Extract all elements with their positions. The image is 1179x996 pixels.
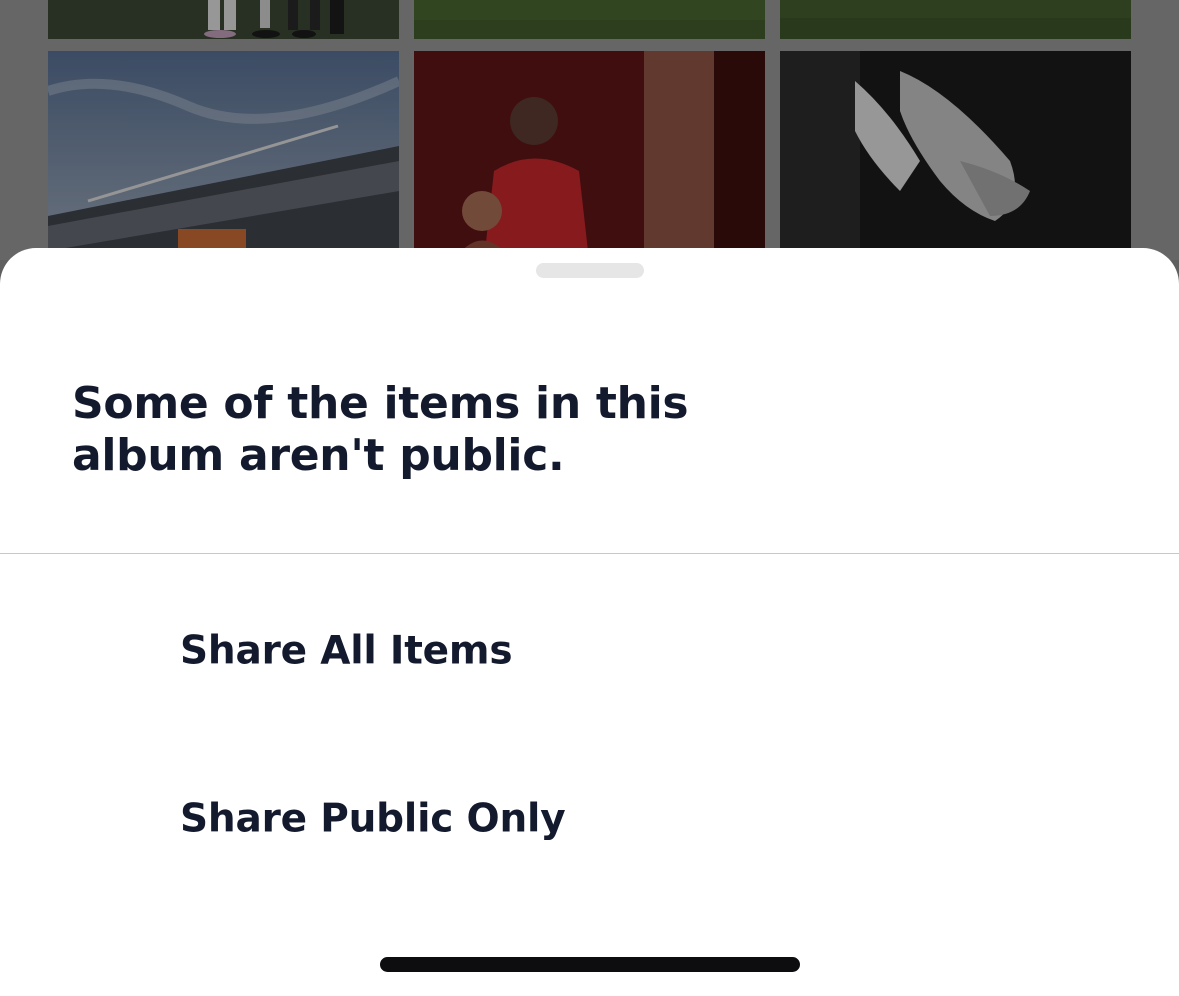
photo-thumbnail-players[interactable] (48, 0, 399, 39)
photo-thumbnail-pitch-2[interactable] (780, 0, 1131, 39)
photo-thumbnail-stadium[interactable] (48, 51, 399, 260)
photo-thumbnail-hands[interactable] (780, 51, 1131, 260)
share-all-items-label: Share All Items (180, 628, 513, 674)
share-public-only-label: Share Public Only (180, 796, 566, 842)
share-action-sheet: Some of the items in this album aren't p… (0, 248, 1179, 996)
sheet-grabber[interactable] (536, 263, 644, 278)
sheet-title: Some of the items in this album aren't p… (72, 378, 689, 481)
photo-thumbnail-player-child[interactable] (414, 51, 765, 260)
screen: Some of the items in this album aren't p… (0, 0, 1179, 996)
divider (0, 553, 1179, 554)
album-photo-grid (0, 0, 1179, 260)
share-all-items-button[interactable]: Share All Items (0, 576, 1179, 726)
share-public-only-button[interactable]: Share Public Only (0, 744, 1179, 894)
photo-thumbnail-pitch-1[interactable] (414, 0, 765, 39)
home-indicator[interactable] (380, 957, 800, 972)
